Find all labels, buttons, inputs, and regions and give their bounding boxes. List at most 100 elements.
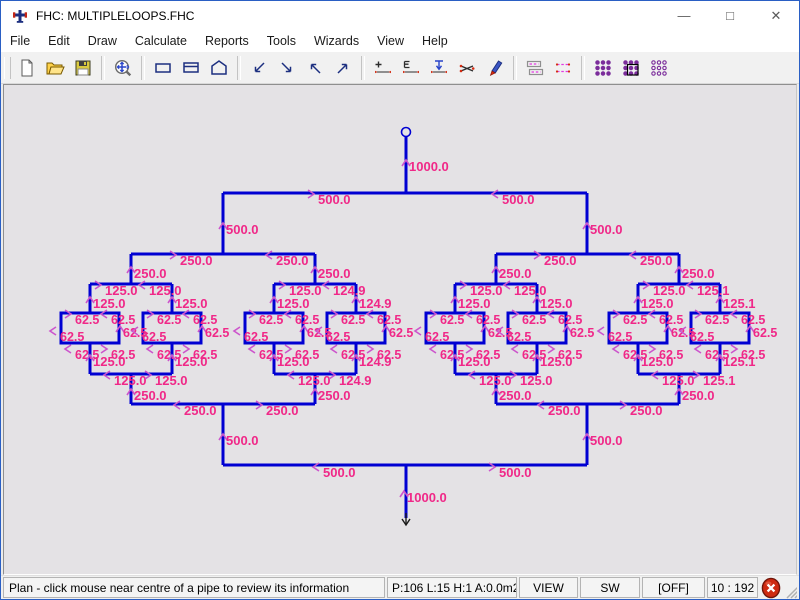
minimize-button[interactable]: — bbox=[661, 1, 707, 30]
menu-item-wizards[interactable]: Wizards bbox=[305, 32, 368, 50]
flow-label: 62.5 bbox=[507, 330, 531, 344]
new-document-icon[interactable] bbox=[14, 55, 40, 81]
flow-label: 125.0 bbox=[155, 373, 188, 388]
flow-label: 1000.0 bbox=[409, 159, 449, 174]
flow-label: 500.0 bbox=[226, 433, 259, 448]
open-file-icon[interactable] bbox=[42, 55, 68, 81]
toolbar-separator bbox=[101, 56, 105, 80]
flow-label: 500.0 bbox=[499, 465, 532, 480]
draw-pipe-icon[interactable] bbox=[482, 55, 508, 81]
flow-label: 125.0 bbox=[540, 354, 573, 369]
status-view-toggle[interactable]: VIEW bbox=[519, 577, 578, 598]
draw-polygon-icon[interactable] bbox=[206, 55, 232, 81]
copy-pipes-icon[interactable] bbox=[522, 55, 548, 81]
menu-item-calculate[interactable]: Calculate bbox=[126, 32, 196, 50]
menu-item-view[interactable]: View bbox=[368, 32, 413, 50]
flow-direction-arrow bbox=[234, 327, 240, 335]
zoom-extents-icon[interactable] bbox=[110, 55, 136, 81]
status-coordinates: 10 : 192 bbox=[707, 577, 758, 598]
flow-label: 62.5 bbox=[659, 313, 683, 327]
flow-direction-arrow bbox=[367, 345, 373, 353]
flow-label: 62.5 bbox=[741, 313, 765, 327]
flow-label: 124.9 bbox=[359, 354, 392, 369]
add-node-icon[interactable] bbox=[370, 55, 396, 81]
flow-label: 125.0 bbox=[114, 373, 147, 388]
flow-label: 62.5 bbox=[157, 313, 181, 327]
window-title: FHC: MULTIPLELOOPS.FHC bbox=[36, 9, 194, 23]
flow-label: 250.0 bbox=[134, 266, 167, 281]
draw-rectangle-icon[interactable] bbox=[150, 55, 176, 81]
flow-direction-arrow bbox=[415, 327, 421, 335]
error-x-icon[interactable] bbox=[760, 577, 782, 599]
pan-up-left-icon[interactable] bbox=[302, 55, 328, 81]
status-mode-toggle[interactable]: SW bbox=[580, 577, 640, 598]
grid-select-icon[interactable] bbox=[618, 55, 644, 81]
flow-label: 250.0 bbox=[180, 253, 213, 268]
flow-direction-arrow bbox=[147, 345, 153, 353]
flow-label: 250.0 bbox=[544, 253, 577, 268]
menu-item-file[interactable]: File bbox=[1, 32, 39, 50]
toolbar bbox=[1, 52, 799, 84]
pan-down-left-icon[interactable] bbox=[246, 55, 272, 81]
flow-label: 62.5 bbox=[111, 313, 135, 327]
pipe-network-diagram: 1000.01000.0500.0500.0500.0500.0500.0500… bbox=[4, 85, 796, 574]
flow-label: 500.0 bbox=[323, 465, 356, 480]
flow-label: 124.9 bbox=[359, 296, 392, 311]
flow-label: 62.5 bbox=[341, 313, 365, 327]
close-button[interactable]: ✕ bbox=[753, 1, 799, 30]
menu-item-draw[interactable]: Draw bbox=[79, 32, 126, 50]
save-file-icon[interactable] bbox=[70, 55, 96, 81]
flow-direction-arrow bbox=[285, 345, 291, 353]
flow-label: 500.0 bbox=[226, 222, 259, 237]
flow-direction-arrow bbox=[695, 345, 701, 353]
flow-direction-arrow bbox=[249, 345, 255, 353]
delete-node-icon[interactable] bbox=[454, 55, 480, 81]
flow-label: 125.0 bbox=[641, 296, 674, 311]
flow-direction-arrow bbox=[649, 345, 655, 353]
insert-node-icon[interactable] bbox=[426, 55, 452, 81]
status-bar: Plan - click mouse near centre of a pipe… bbox=[1, 575, 799, 599]
drawing-canvas[interactable]: 1000.01000.0500.0500.0500.0500.0500.0500… bbox=[3, 84, 797, 575]
toolbar-grip bbox=[4, 57, 11, 79]
status-off-toggle[interactable]: [OFF] bbox=[642, 577, 705, 598]
flow-label: 125.0 bbox=[458, 354, 491, 369]
flow-label: 125.0 bbox=[93, 354, 126, 369]
flow-label: 62.5 bbox=[259, 313, 283, 327]
flow-label: 62.5 bbox=[193, 313, 217, 327]
flow-label: 62.5 bbox=[326, 330, 350, 344]
end-node-icon[interactable] bbox=[398, 55, 424, 81]
draw-split-rectangle-icon[interactable] bbox=[178, 55, 204, 81]
menu-item-tools[interactable]: Tools bbox=[258, 32, 305, 50]
resize-grip[interactable] bbox=[784, 580, 797, 599]
toolbar-separator bbox=[237, 56, 241, 80]
grid-nodes-icon[interactable] bbox=[590, 55, 616, 81]
flow-label: 62.5 bbox=[522, 313, 546, 327]
menu-item-reports[interactable]: Reports bbox=[196, 32, 258, 50]
maximize-button[interactable]: □ bbox=[707, 1, 753, 30]
grid-clear-icon[interactable] bbox=[646, 55, 672, 81]
status-message: Plan - click mouse near centre of a pipe… bbox=[3, 577, 385, 598]
flow-label: 62.5 bbox=[623, 313, 647, 327]
flow-label: 125.0 bbox=[540, 296, 573, 311]
flow-label: 62.5 bbox=[570, 326, 594, 340]
toolbar-separator bbox=[361, 56, 365, 80]
flow-label: 62.5 bbox=[75, 313, 99, 327]
move-pipes-icon[interactable] bbox=[550, 55, 576, 81]
flow-label: 62.5 bbox=[608, 330, 632, 344]
menu-item-help[interactable]: Help bbox=[413, 32, 457, 50]
menu-item-edit[interactable]: Edit bbox=[39, 32, 79, 50]
flow-label: 500.0 bbox=[590, 433, 623, 448]
pan-up-right-icon[interactable] bbox=[330, 55, 356, 81]
flow-direction-arrow bbox=[613, 345, 619, 353]
flow-label: 62.5 bbox=[377, 313, 401, 327]
source-node[interactable] bbox=[402, 128, 411, 137]
app-icon bbox=[12, 8, 28, 24]
flow-direction-arrow bbox=[65, 345, 71, 353]
flow-label: 125.0 bbox=[175, 296, 208, 311]
flow-label: 125.0 bbox=[277, 296, 310, 311]
flow-label: 500.0 bbox=[590, 222, 623, 237]
flow-label: 62.5 bbox=[142, 330, 166, 344]
flow-label: 125.0 bbox=[175, 354, 208, 369]
pan-down-right-icon[interactable] bbox=[274, 55, 300, 81]
window-controls: —□✕ bbox=[661, 1, 799, 30]
